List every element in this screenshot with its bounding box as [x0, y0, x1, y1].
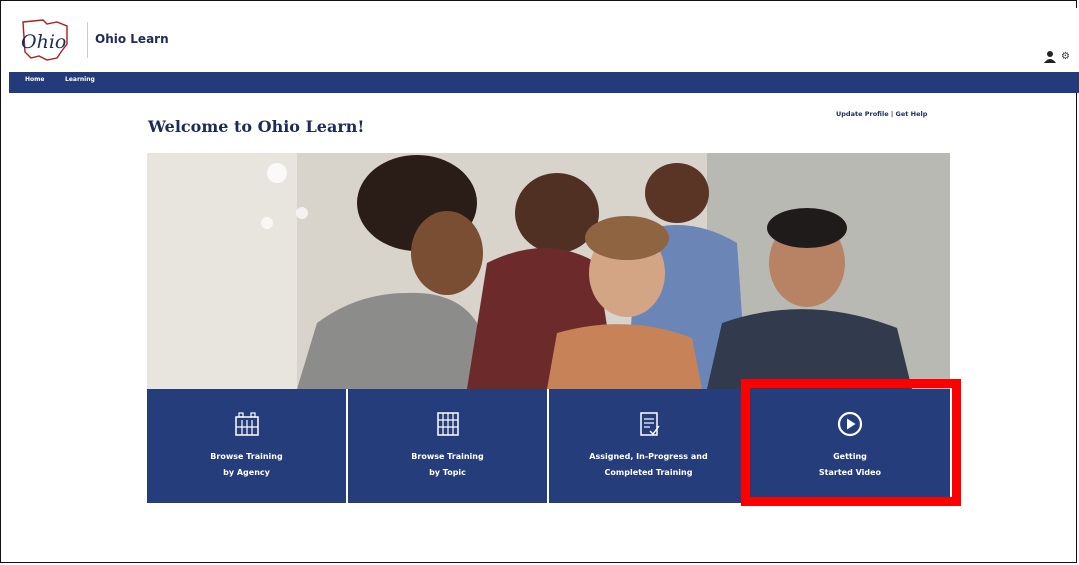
tile-browse-by-topic[interactable]: Browse Training by Topic	[348, 389, 547, 503]
get-help-link[interactable]: Get Help	[896, 110, 928, 118]
tile-label-line1: Browse Training	[411, 452, 484, 461]
tile-label-line1: Browse Training	[210, 452, 283, 461]
tile-label-line1: Assigned, In-Progress and	[589, 452, 708, 461]
tile-label-line2: by Topic	[429, 468, 466, 477]
logo-wordmark: Ohio	[21, 31, 66, 53]
topic-grid-icon	[436, 412, 459, 436]
app-title[interactable]: Ohio Learn	[95, 32, 169, 46]
gear-icon[interactable]: ⚙	[1061, 50, 1073, 64]
nav-bar: Home Learning	[9, 72, 1079, 93]
link-separator: |	[890, 110, 894, 118]
logo-divider	[87, 22, 88, 58]
agency-building-icon	[234, 412, 259, 436]
hero-image	[147, 153, 950, 389]
app-header: Ohio Ohio Learn ⚙	[9, 8, 1079, 73]
tile-label: Assigned, In-Progress and Completed Trai…	[549, 449, 748, 481]
tile-label-line2: by Agency	[223, 468, 270, 477]
hero-photo-people-at-laptop	[147, 153, 950, 389]
page-title: Welcome to Ohio Learn!	[148, 117, 365, 136]
user-icon[interactable]	[1043, 50, 1057, 64]
tile-label: Browse Training by Topic	[348, 449, 547, 481]
tile-browse-by-agency[interactable]: Browse Training by Agency	[147, 389, 346, 503]
ohio-logo[interactable]: Ohio	[17, 18, 75, 62]
update-profile-link[interactable]: Update Profile	[836, 110, 889, 118]
tile-label-line2: Completed Training	[604, 468, 693, 477]
nav-item-home[interactable]: Home	[25, 76, 44, 83]
highlight-box	[741, 379, 961, 506]
nav-item-learning[interactable]: Learning	[65, 76, 95, 83]
tile-label: Browse Training by Agency	[147, 449, 346, 481]
tile-assigned-training[interactable]: Assigned, In-Progress and Completed Trai…	[549, 389, 748, 503]
profile-help-links: Update Profile | Get Help	[836, 110, 927, 118]
assigned-document-icon	[639, 412, 660, 436]
